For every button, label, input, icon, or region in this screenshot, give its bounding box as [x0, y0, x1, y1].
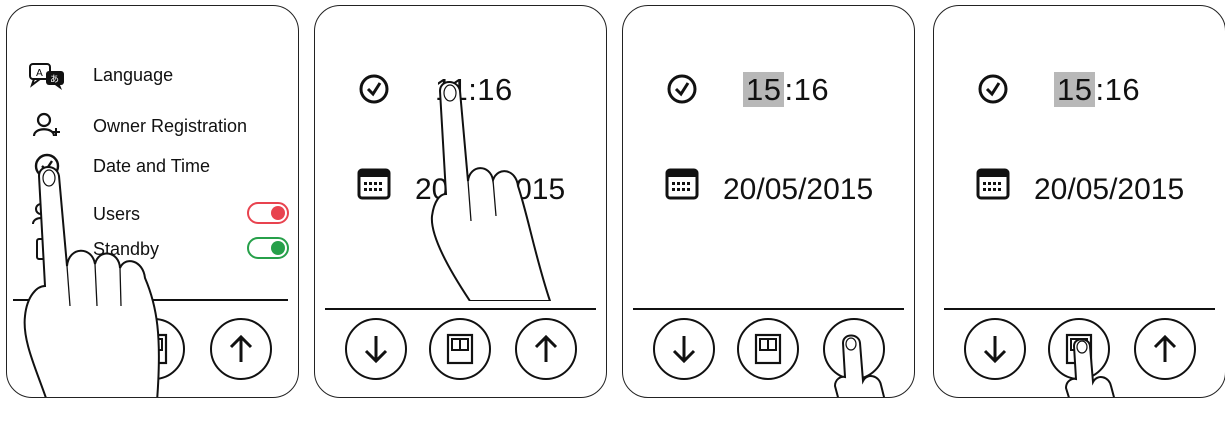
time-display[interactable]: 15:16 [1054, 72, 1140, 108]
enter-icon [446, 333, 474, 365]
enter-button[interactable] [429, 318, 491, 380]
time-screen-hour-selected: 15:16 20/05/2015 [622, 5, 915, 398]
svg-text:あ: あ [50, 74, 59, 85]
svg-text:A: A [36, 68, 43, 79]
divider [944, 308, 1215, 311]
calendar-icon [357, 168, 391, 200]
calendar-icon [976, 168, 1010, 200]
up-arrow-icon [229, 334, 253, 362]
up-arrow-button[interactable] [515, 318, 577, 380]
time-display[interactable]: 15:16 [743, 72, 829, 108]
down-arrow-button[interactable] [345, 318, 407, 380]
time-display[interactable]: 11:16 [435, 72, 513, 108]
enter-icon [1065, 333, 1093, 365]
clock-icon [665, 72, 699, 106]
divider [633, 308, 904, 311]
enter-button[interactable] [1048, 318, 1110, 380]
down-arrow-icon [672, 336, 696, 364]
enter-button[interactable] [123, 318, 185, 380]
time-minutes: :16 [468, 72, 513, 107]
menu-item-language[interactable]: A あ Language [7, 61, 298, 90]
time-minutes: :16 [1095, 72, 1141, 107]
date-display[interactable]: 20/05/2015 [723, 173, 873, 207]
up-arrow-icon [1153, 334, 1177, 362]
standby-toggle[interactable] [247, 237, 289, 259]
down-arrow-icon [983, 336, 1007, 364]
time-hour-highlighted[interactable]: 15 [1054, 72, 1096, 107]
down-arrow-button[interactable] [653, 318, 715, 380]
toggle-knob [271, 241, 285, 255]
menu-label-language: Language [93, 65, 174, 85]
clock-icon [976, 72, 1010, 106]
calendar-icon [665, 168, 699, 200]
users-toggle[interactable] [247, 202, 289, 224]
down-arrow-icon [364, 336, 388, 364]
date-display[interactable]: 20/05/2015 [415, 173, 565, 207]
clock-icon [357, 72, 391, 106]
down-arrow-button[interactable] [964, 318, 1026, 380]
divider [13, 299, 288, 302]
menu-screen: A あ Language Owner Registration Date and… [6, 5, 299, 398]
menu-label-standby: Standby [93, 239, 160, 259]
up-arrow-button[interactable] [1134, 318, 1196, 380]
time-screen-touch-hour: 11:16 20/05/2015 [314, 5, 607, 398]
menu-label-date-and-time: Date and Time [93, 156, 211, 176]
up-arrow-icon [534, 334, 558, 362]
enter-button[interactable] [737, 318, 799, 380]
menu-item-users[interactable]: Users [7, 200, 298, 228]
time-hour-highlighted[interactable]: 15 [743, 72, 785, 107]
add-user-icon [29, 112, 65, 140]
language-icon: A あ [29, 61, 65, 90]
menu-label-users: Users [93, 204, 141, 224]
enter-icon [754, 333, 782, 365]
time-minutes: :16 [784, 72, 830, 107]
menu-label-owner-registration: Owner Registration [93, 116, 248, 136]
menu-item-owner-registration[interactable]: Owner Registration [7, 112, 298, 140]
clock-icon [29, 152, 65, 180]
enter-icon [140, 333, 168, 365]
date-display[interactable]: 20/05/2015 [1034, 173, 1184, 207]
menu-item-date-and-time[interactable]: Date and Time [7, 152, 298, 180]
up-arrow-button[interactable] [210, 318, 272, 380]
users-icon [29, 200, 65, 228]
up-arrow-button[interactable] [823, 318, 885, 380]
time-hour[interactable]: 11 [435, 72, 468, 107]
menu-item-standby[interactable]: Standby [7, 235, 298, 263]
standby-icon [29, 235, 65, 263]
down-arrow-button[interactable] [35, 318, 97, 380]
divider [325, 308, 596, 311]
toggle-knob [271, 206, 285, 220]
time-screen-confirm: 15:16 20/05/2015 [933, 5, 1225, 398]
